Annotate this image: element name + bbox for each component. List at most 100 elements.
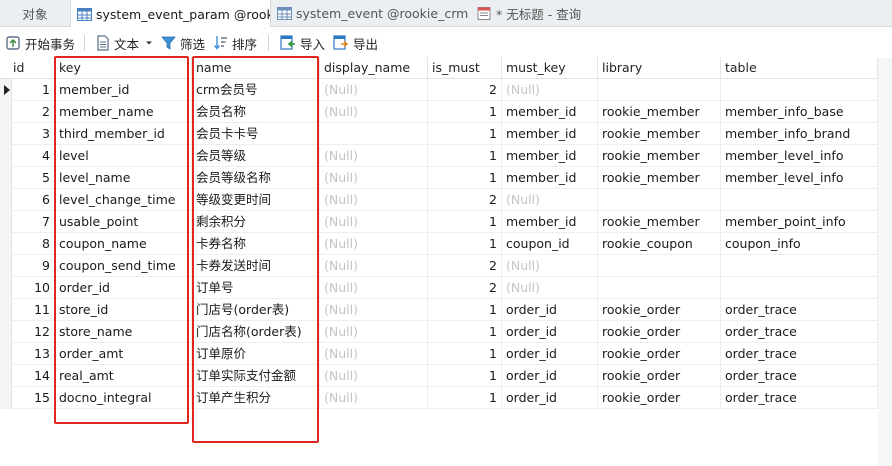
cell-is-must[interactable]: 1	[428, 233, 502, 255]
tab-objects[interactable]: 对象	[0, 0, 70, 27]
column-header-must-key[interactable]: must_key	[502, 57, 598, 79]
cell-must-key[interactable]: member_id	[502, 167, 598, 189]
cell-library[interactable]: rookie_member	[598, 167, 721, 189]
cell-is-must[interactable]: 1	[428, 299, 502, 321]
cell-display-name[interactable]: (Null)	[320, 189, 428, 211]
cell-display-name[interactable]: (Null)	[320, 167, 428, 189]
row-marker[interactable]	[0, 387, 12, 409]
column-header-is-must[interactable]: is_must	[428, 57, 502, 79]
row-marker[interactable]	[0, 79, 12, 101]
cell-display-name[interactable]: (Null)	[320, 255, 428, 277]
cell-library[interactable]: rookie_order	[598, 365, 721, 387]
cell-must-key[interactable]: (Null)	[502, 277, 598, 299]
cell-is-must[interactable]: 1	[428, 321, 502, 343]
cell-table[interactable]	[721, 277, 878, 299]
begin-transaction-button[interactable]: 开始事务	[5, 32, 75, 54]
cell-is-must[interactable]: 1	[428, 387, 502, 409]
cell-must-key[interactable]: member_id	[502, 145, 598, 167]
cell-table[interactable]: order_trace	[721, 343, 878, 365]
cell-must-key[interactable]: order_id	[502, 365, 598, 387]
cell-table[interactable]	[721, 255, 878, 277]
row-marker[interactable]	[0, 365, 12, 387]
cell-library[interactable]	[598, 189, 721, 211]
text-button[interactable]: 文本	[96, 32, 158, 54]
cell-id[interactable]: 5	[12, 167, 55, 189]
cell-library[interactable]: rookie_member	[598, 211, 721, 233]
filter-button[interactable]: 筛选	[161, 32, 205, 54]
cell-library[interactable]	[598, 277, 721, 299]
cell-id[interactable]: 14	[12, 365, 55, 387]
row-marker[interactable]	[0, 167, 12, 189]
cell-must-key[interactable]: (Null)	[502, 79, 598, 101]
cell-table[interactable]	[721, 79, 878, 101]
cell-is-must[interactable]: 1	[428, 365, 502, 387]
cell-display-name[interactable]: (Null)	[320, 233, 428, 255]
row-marker[interactable]	[0, 343, 12, 365]
cell-is-must[interactable]: 2	[428, 189, 502, 211]
column-header-id[interactable]: id	[0, 57, 55, 79]
sort-button[interactable]: 排序	[213, 32, 257, 54]
cell-must-key[interactable]: order_id	[502, 321, 598, 343]
cell-display-name[interactable]: (Null)	[320, 145, 428, 167]
cell-display-name[interactable]: (Null)	[320, 101, 428, 123]
vertical-scrollbar[interactable]	[878, 58, 892, 466]
row-marker[interactable]	[0, 123, 12, 145]
cell-table[interactable]: member_info_brand	[721, 123, 878, 145]
cell-table[interactable]: coupon_info	[721, 233, 878, 255]
row-marker[interactable]	[0, 277, 12, 299]
tab-system-event[interactable]: system_event @rookie_crm ...	[271, 0, 471, 27]
cell-id[interactable]: 7	[12, 211, 55, 233]
cell-id[interactable]: 6	[12, 189, 55, 211]
cell-display-name[interactable]	[320, 123, 428, 145]
cell-library[interactable]: rookie_coupon	[598, 233, 721, 255]
cell-id[interactable]: 4	[12, 145, 55, 167]
cell-must-key[interactable]: order_id	[502, 343, 598, 365]
cell-display-name[interactable]: (Null)	[320, 277, 428, 299]
cell-id[interactable]: 3	[12, 123, 55, 145]
cell-is-must[interactable]: 2	[428, 79, 502, 101]
cell-id[interactable]: 9	[12, 255, 55, 277]
row-marker[interactable]	[0, 321, 12, 343]
tab-untitled-query[interactable]: * 无标题 - 查询	[471, 0, 591, 27]
cell-library[interactable]	[598, 255, 721, 277]
cell-is-must[interactable]: 1	[428, 145, 502, 167]
column-header-table[interactable]: table	[721, 57, 878, 79]
cell-is-must[interactable]: 2	[428, 255, 502, 277]
column-header-display-name[interactable]: display_name	[320, 57, 428, 79]
cell-is-must[interactable]: 1	[428, 343, 502, 365]
cell-id[interactable]: 15	[12, 387, 55, 409]
cell-table[interactable]: order_trace	[721, 387, 878, 409]
cell-must-key[interactable]: order_id	[502, 299, 598, 321]
cell-id[interactable]: 2	[12, 101, 55, 123]
row-marker[interactable]	[0, 189, 12, 211]
cell-must-key[interactable]: order_id	[502, 387, 598, 409]
cell-must-key[interactable]: coupon_id	[502, 233, 598, 255]
cell-table[interactable]: order_trace	[721, 365, 878, 387]
cell-id[interactable]: 13	[12, 343, 55, 365]
cell-id[interactable]: 1	[12, 79, 55, 101]
cell-id[interactable]: 8	[12, 233, 55, 255]
cell-must-key[interactable]: (Null)	[502, 189, 598, 211]
cell-is-must[interactable]: 2	[428, 277, 502, 299]
cell-is-must[interactable]: 1	[428, 211, 502, 233]
cell-library[interactable]: rookie_member	[598, 145, 721, 167]
export-button[interactable]: 导出	[333, 32, 378, 54]
cell-table[interactable]: member_info_base	[721, 101, 878, 123]
column-header-library[interactable]: library	[598, 57, 721, 79]
cell-table[interactable]: order_trace	[721, 299, 878, 321]
import-button[interactable]: 导入	[280, 32, 325, 54]
row-marker[interactable]	[0, 101, 12, 123]
cell-display-name[interactable]: (Null)	[320, 321, 428, 343]
row-marker[interactable]	[0, 299, 12, 321]
cell-id[interactable]: 10	[12, 277, 55, 299]
cell-library[interactable]: rookie_order	[598, 387, 721, 409]
cell-library[interactable]: rookie_member	[598, 123, 721, 145]
cell-table[interactable]: member_point_info	[721, 211, 878, 233]
cell-must-key[interactable]: member_id	[502, 101, 598, 123]
cell-is-must[interactable]: 1	[428, 167, 502, 189]
cell-display-name[interactable]: (Null)	[320, 299, 428, 321]
cell-library[interactable]: rookie_order	[598, 321, 721, 343]
cell-table[interactable]: member_level_info	[721, 167, 878, 189]
row-marker[interactable]	[0, 145, 12, 167]
cell-library[interactable]: rookie_order	[598, 299, 721, 321]
